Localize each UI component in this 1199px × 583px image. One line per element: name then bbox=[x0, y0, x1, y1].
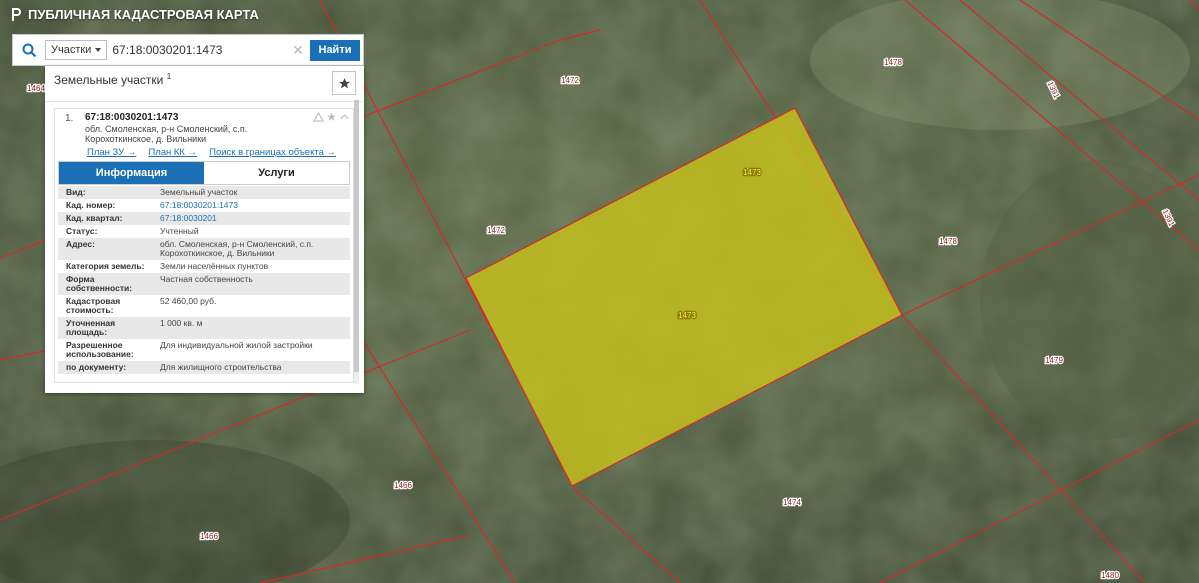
card-links: План ЗУ → План КК → Поиск в границах объ… bbox=[87, 147, 336, 158]
parcel-label[interactable]: 1474 bbox=[782, 497, 803, 509]
card-tabs: Информация Услуги bbox=[58, 161, 350, 185]
parcel-label[interactable]: 1478 bbox=[883, 57, 904, 69]
row-value: Для жилищного строительства bbox=[160, 362, 282, 372]
row-label: Кадастровая стоимость: bbox=[66, 296, 121, 315]
parcel-label[interactable]: 1479 bbox=[1044, 355, 1065, 367]
parcel-number: 1473 bbox=[743, 168, 761, 177]
scrollbar-thumb[interactable] bbox=[354, 100, 359, 372]
parcel-number: 1466 bbox=[200, 532, 218, 541]
row-label: Вид: bbox=[66, 187, 86, 197]
parcel-label[interactable]: 1472 bbox=[560, 75, 581, 87]
row-label: Форма собственности: bbox=[66, 274, 133, 293]
row-label: Категория земель: bbox=[66, 261, 145, 271]
result-card[interactable]: 1. 67:18:0030201:1473 обл. Смоленская, р… bbox=[54, 108, 354, 383]
app-title: ПУБЛИЧНАЯ КАДАСТРОВАЯ КАРТА bbox=[28, 7, 259, 22]
row-value: 52 460,00 руб. bbox=[160, 296, 217, 306]
table-row: Форма собственности: Частная собственност… bbox=[58, 273, 350, 295]
parcel-number: 1466 bbox=[394, 481, 412, 490]
parcel-label[interactable]: 1473 bbox=[677, 310, 698, 322]
row-label: Разрешенное использование: bbox=[66, 340, 134, 359]
star-icon[interactable] bbox=[326, 112, 337, 122]
result-index: 1. bbox=[65, 113, 74, 124]
parcel-number: 1472 bbox=[487, 226, 505, 235]
row-value: обл. Смоленская, р-н Смоленский, с.п. Ко… bbox=[160, 239, 314, 258]
parcel-label[interactable]: 1466 bbox=[199, 531, 220, 543]
table-row: Кадастровая стоимость: 52 460,00 руб. bbox=[58, 295, 350, 317]
parcel-number: 1472 bbox=[561, 76, 579, 85]
parcel-number: 1480 bbox=[1101, 571, 1119, 580]
parcel-label[interactable]: 1473 bbox=[742, 167, 763, 179]
search-in-bounds-link[interactable]: Поиск в границах объекта → bbox=[209, 147, 336, 158]
logo-icon bbox=[12, 8, 21, 21]
panel-header: Земельные участки 1 bbox=[45, 66, 364, 102]
star-icon bbox=[338, 77, 350, 88]
parcel-label[interactable]: 1480 bbox=[1100, 570, 1121, 582]
results-count: 1 bbox=[166, 72, 172, 81]
find-button[interactable]: Найти bbox=[310, 39, 360, 61]
panel-title: Земельные участки 1 bbox=[54, 72, 172, 87]
warning-icon[interactable] bbox=[313, 112, 324, 122]
row-label: Кад. номер: bbox=[66, 200, 116, 210]
parcel-number: 1473 bbox=[678, 311, 696, 320]
result-cad-number[interactable]: 67:18:0030201:1473 bbox=[85, 112, 178, 123]
search-icon[interactable] bbox=[13, 35, 45, 65]
table-row: Вид: Земельный участок bbox=[58, 186, 350, 199]
table-row: Кад. номер: 67:18:0030201:1473 bbox=[58, 199, 350, 212]
favorites-button[interactable] bbox=[332, 71, 356, 95]
row-value[interactable]: 67:18:0030201 bbox=[154, 214, 350, 223]
info-table: Вид: Земельный участок Кад. номер: 67:18:00… bbox=[58, 186, 350, 374]
search-type-select[interactable]: Участки bbox=[45, 40, 108, 60]
parcel-number: 1478 bbox=[939, 237, 957, 246]
row-label: Статус: bbox=[66, 226, 98, 236]
row-value: Для индивидуальной жилой застройки bbox=[160, 340, 313, 350]
row-label: Кад. квартал: bbox=[66, 213, 123, 223]
table-row: Статус: Учтенный bbox=[58, 225, 350, 238]
card-actions bbox=[313, 112, 350, 122]
row-label: Адрес: bbox=[66, 239, 95, 249]
chevron-down-icon bbox=[95, 48, 102, 52]
row-value: Частная собственность bbox=[160, 274, 253, 284]
row-value: Земли населённых пунктов bbox=[160, 261, 269, 271]
plan-zu-link[interactable]: План ЗУ → bbox=[87, 147, 136, 158]
table-row: Категория земель: Земли населённых пункто… bbox=[58, 260, 350, 273]
clear-icon[interactable]: ✕ bbox=[290, 42, 306, 59]
tab-services[interactable]: Услуги bbox=[204, 162, 349, 184]
row-value: 1 000 кв. м bbox=[160, 318, 203, 328]
row-value: Земельный участок bbox=[160, 187, 238, 197]
parcel-label[interactable]: 1466 bbox=[393, 480, 414, 492]
parcel-label[interactable]: 1464 bbox=[26, 83, 47, 95]
table-row: Разрешенное использование: Для индивидуал… bbox=[58, 339, 350, 361]
row-label: Уточненная площадь: bbox=[66, 318, 116, 337]
app-header: ПУБЛИЧНАЯ КАДАСТРОВАЯ КАРТА bbox=[10, 7, 259, 22]
parcel-number: 1474 bbox=[783, 498, 801, 507]
parcel-number: 1479 bbox=[1045, 356, 1063, 365]
row-label: по документу: bbox=[66, 362, 127, 372]
table-row: Кад. квартал: 67:18:0030201 bbox=[58, 212, 350, 225]
table-row: Уточненная площадь: 1 000 кв. м bbox=[58, 317, 350, 339]
parcel-number: 1464 bbox=[27, 84, 45, 93]
table-row: Адрес: обл. Смоленская, р-н Смоленский, с… bbox=[58, 238, 350, 260]
panel-scrollbar[interactable] bbox=[354, 100, 359, 384]
plan-kk-link[interactable]: План КК → bbox=[148, 147, 197, 158]
tab-info[interactable]: Информация bbox=[59, 162, 204, 184]
result-address: обл. Смоленская, р-н Смоленский, с.п. Ко… bbox=[85, 124, 248, 144]
row-value: Учтенный bbox=[160, 226, 199, 236]
results-panel: Земельные участки 1 1. 67:18:0030201:147… bbox=[45, 66, 364, 393]
search-bar: Участки ✕ Найти bbox=[12, 34, 364, 66]
parcel-label[interactable]: 1478 bbox=[938, 236, 959, 248]
search-type-label: Участки bbox=[51, 44, 92, 56]
parcel-label[interactable]: 1472 bbox=[486, 225, 507, 237]
search-input[interactable] bbox=[112, 40, 290, 60]
row-value[interactable]: 67:18:0030201:1473 bbox=[154, 201, 350, 210]
chevron-up-icon[interactable] bbox=[339, 112, 350, 122]
parcel-number: 1478 bbox=[884, 58, 902, 67]
table-row: по документу: Для жилищного строительства bbox=[58, 361, 350, 374]
